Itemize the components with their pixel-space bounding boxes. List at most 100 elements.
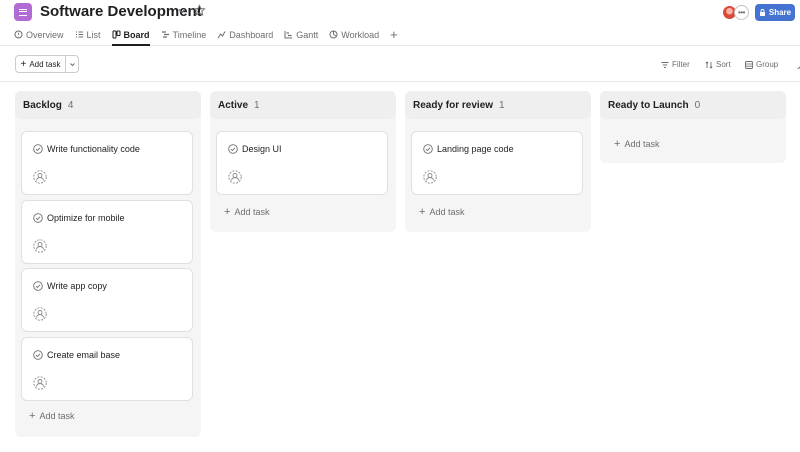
task-title: Write functionality code [47,144,140,154]
column-header[interactable]: Active 1 [210,91,396,119]
add-task-label: Add task [234,207,270,217]
add-task-split-button: + Add task [15,55,79,73]
tab-label: Overview [26,29,64,40]
view-tabs: Overview List Board Timeline Dashboard G… [14,27,398,46]
task-title: Write app copy [47,281,107,291]
column-title: Ready for review 1 [413,100,505,111]
column-count: 0 [694,100,701,111]
task-card[interactable]: Write functionality code [21,131,193,195]
board-column-ready-to-launch: Ready to Launch 0 + Add task [600,91,786,163]
board-column-backlog: Backlog 4 Write functionality code Optimi… [15,91,201,437]
tab-label: Gantt [296,29,319,40]
assignee-icon[interactable] [33,307,47,321]
column-title: Backlog 4 [23,100,73,111]
task-card[interactable]: Write app copy [21,268,193,332]
column-add-task-button[interactable]: + Add task [614,138,659,150]
tab-overview[interactable]: Overview [14,27,64,46]
column-name: Backlog [23,100,62,111]
tab-dashboard[interactable]: Dashboard [217,27,273,46]
check-circle-icon[interactable] [33,281,43,291]
column-add-task-button[interactable]: + Add task [224,206,269,218]
tab-label: Timeline [172,29,207,40]
check-circle-icon[interactable] [423,144,433,154]
board-toolbar: + Add task Filter Sort Group [0,47,800,82]
lock-icon [759,9,765,16]
assignee-icon[interactable] [33,239,47,253]
timeline-icon [161,30,170,39]
column-count: 1 [254,100,260,111]
column-count: 1 [499,100,505,111]
share-button[interactable]: Share [755,4,795,21]
column-title: Active 1 [218,100,260,111]
task-title: Design UI [242,144,282,154]
dashboard-icon [217,30,226,39]
add-task-label: Add task [429,207,465,217]
column-name: Ready for review [413,100,494,111]
filter-button[interactable]: Filter [661,59,690,70]
add-task-label: Add task [624,139,660,149]
tab-gantt[interactable]: Gantt [284,27,318,46]
tab-label: List [86,29,101,40]
app: Software Development Overview List Board… [0,0,800,452]
check-circle-icon[interactable] [33,350,43,360]
tab-label: Workload [341,29,380,40]
task-card[interactable]: Create email base [21,337,193,401]
column-add-task-button[interactable]: + Add task [29,410,74,422]
assignee-icon[interactable] [423,170,437,184]
sort-label: Sort [716,60,731,69]
board-icon [112,30,121,39]
more-members-button[interactable]: ••• [734,5,749,20]
column-add-task-button[interactable]: + Add task [419,206,464,218]
share-label: Share [768,8,792,17]
chevron-down-icon[interactable] [176,5,188,17]
column-header[interactable]: Ready to Launch 0 [600,91,786,119]
column-header[interactable]: Ready for review 1 [405,91,591,119]
add-task-button[interactable]: + Add task [16,56,66,72]
group-icon [745,60,753,69]
tab-label: Board [123,29,150,40]
column-count: 4 [67,100,74,111]
tab-timeline[interactable]: Timeline [161,27,207,46]
gantt-icon [284,30,293,39]
task-title: Create email base [47,350,121,360]
assignee-icon[interactable] [33,376,47,390]
tab-list[interactable]: List [75,27,101,46]
column-name: Active [218,100,249,111]
workload-icon [329,30,338,39]
task-card[interactable]: Landing page code [411,131,583,195]
chevron-down-icon[interactable] [66,56,78,72]
sort-button[interactable]: Sort [705,59,731,70]
column-title: Ready to Launch 0 [608,100,700,111]
task-title: Optimize for mobile [47,213,125,223]
add-task-label: Add task [29,59,61,69]
filter-icon [661,61,669,68]
project-list-bars-icon[interactable] [14,3,32,21]
options-icon[interactable] [795,59,800,69]
board-column-active: Active 1 Design UI + Add task [210,91,396,232]
check-circle-icon[interactable] [228,144,238,154]
add-tab-button[interactable]: + [390,27,398,46]
tab-workload[interactable]: Workload [329,27,379,46]
plus-icon: + [419,206,426,218]
project-header: Software Development Overview List Board… [0,0,800,46]
board-column-ready-for-review: Ready for review 1 Landing page code + Ad… [405,91,591,232]
tab-board[interactable]: Board [111,27,150,46]
tab-label: Dashboard [229,29,274,40]
group-button[interactable]: Group [745,59,778,70]
task-card[interactable]: Optimize for mobile [21,200,193,264]
overview-icon [14,30,23,39]
plus-icon: + [614,138,621,150]
plus-icon: + [20,58,27,70]
check-circle-icon[interactable] [33,144,43,154]
column-header[interactable]: Backlog 4 [15,91,201,119]
check-circle-icon[interactable] [33,213,43,223]
plus-icon: + [224,206,231,218]
plus-icon: + [29,410,36,422]
column-name: Ready to Launch [608,100,689,111]
task-card[interactable]: Design UI [216,131,388,195]
star-icon[interactable] [193,4,207,18]
filter-label: Filter [672,60,690,69]
assignee-icon[interactable] [33,170,47,184]
assignee-icon[interactable] [228,170,242,184]
list-icon [75,30,84,39]
